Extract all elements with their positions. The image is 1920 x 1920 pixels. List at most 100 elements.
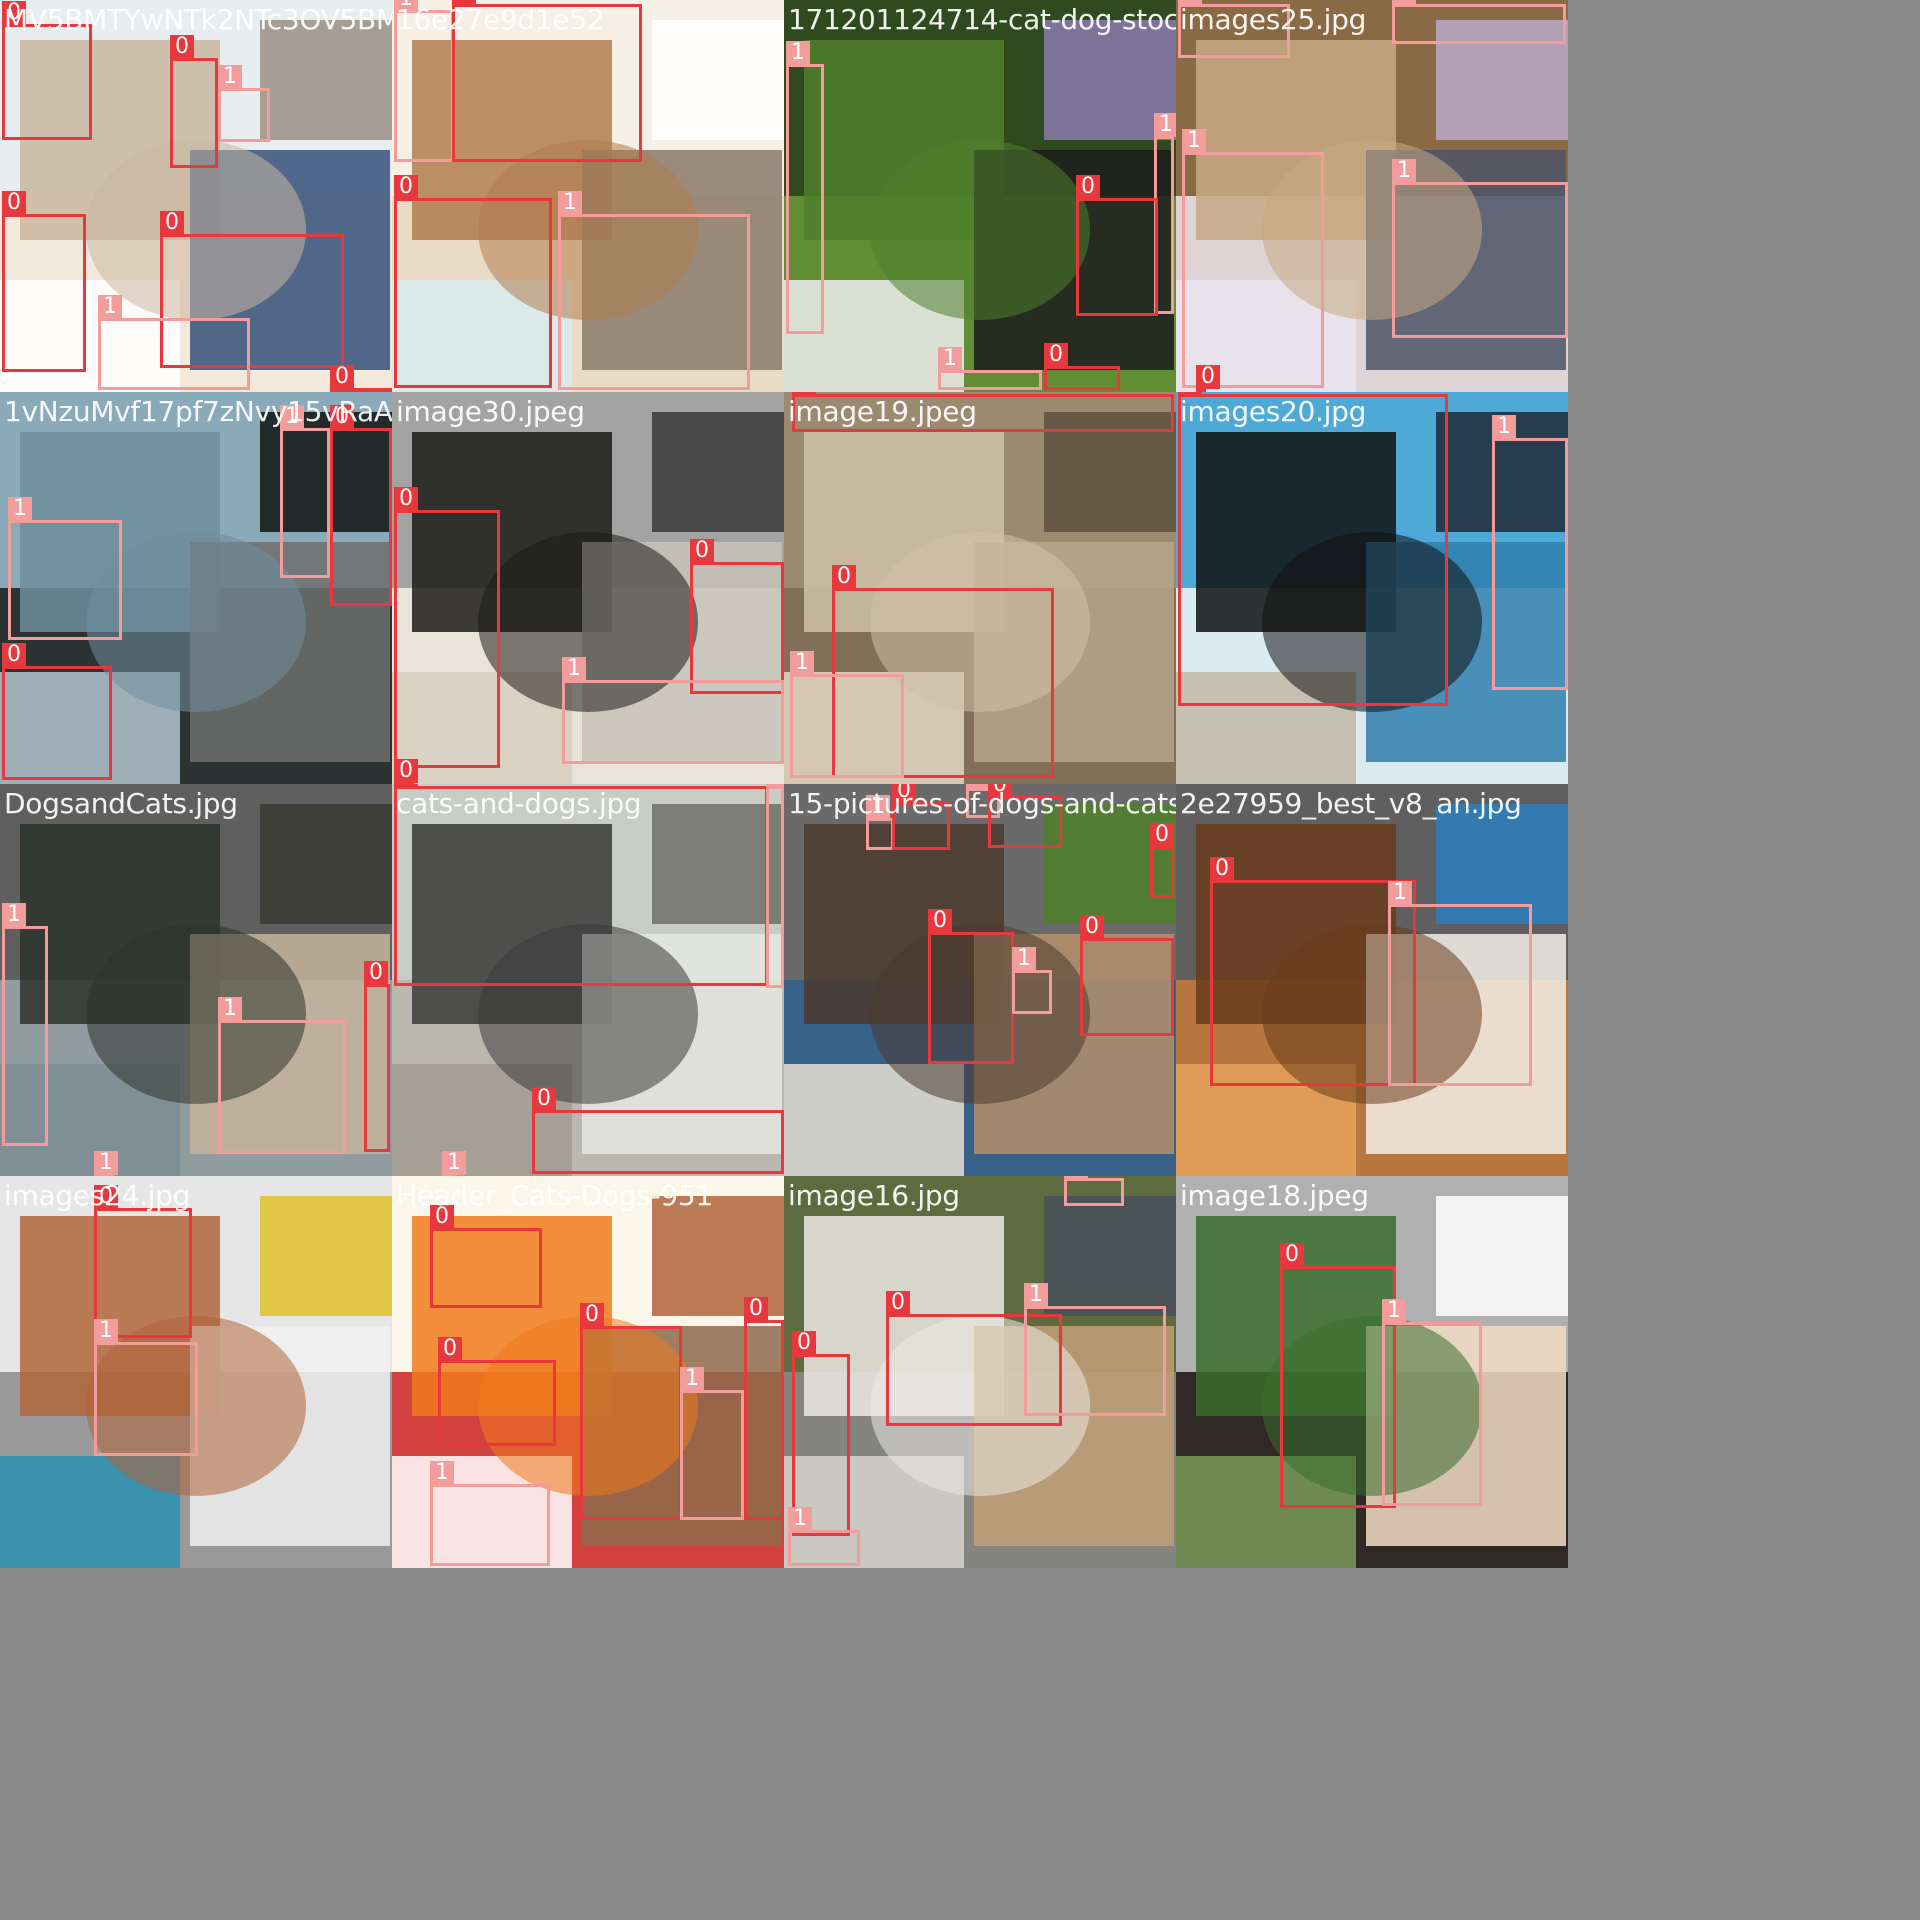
class-label: 0 bbox=[532, 1087, 556, 1111]
class-label: 0 bbox=[1080, 915, 1104, 939]
scene-subject bbox=[870, 140, 1090, 320]
class-label: 1 bbox=[442, 1151, 466, 1175]
filename-label: images24.jpg bbox=[4, 1179, 191, 1212]
detection-box: 1 bbox=[218, 65, 270, 142]
filename-label: 16e27e9d1e52 bbox=[396, 3, 605, 36]
detection-box: 0 bbox=[2, 191, 86, 372]
class-label: 1 bbox=[938, 347, 962, 371]
mosaic-tile: 0 0 1 0 image30.jpeg bbox=[392, 392, 784, 784]
filename-label: 1vNzuMvf17pf7zNvy15vRaA.jpeg bbox=[4, 395, 392, 428]
detection-box: 0 bbox=[170, 35, 218, 168]
mosaic-tile: 0101cats-and-dogs.jpg bbox=[392, 784, 784, 1176]
detection-box: 0 bbox=[1210, 857, 1416, 1086]
class-label: 0 bbox=[364, 961, 388, 985]
detection-box: 0 bbox=[532, 1087, 784, 1174]
class-label: 1 bbox=[1392, 159, 1416, 183]
detection-box: 0 bbox=[1150, 823, 1174, 898]
filename-label: cats-and-dogs.jpg bbox=[396, 787, 642, 820]
class-label: 0 bbox=[1210, 857, 1234, 881]
mosaic-tile: 1 0 1 0 1 image16.jpg bbox=[784, 1176, 1176, 1568]
class-label: 1 bbox=[98, 295, 122, 319]
class-label: 1 bbox=[1154, 113, 1176, 137]
filename-label: Header_Cats-Dogs-951 bbox=[396, 1179, 713, 1212]
class-label: 0 bbox=[1150, 823, 1174, 847]
class-label: 1 bbox=[1492, 415, 1516, 439]
class-label: 1 bbox=[1064, 1176, 1088, 1179]
filename-label: image16.jpg bbox=[788, 1179, 960, 1212]
class-label: 1 bbox=[218, 997, 242, 1021]
mosaic-tile: 0 1 2e27959_best_v8_an.jpg bbox=[1176, 784, 1568, 1176]
detection-box: 0 bbox=[394, 175, 552, 388]
class-label: 1 bbox=[680, 1367, 704, 1391]
detection-box: 1 bbox=[562, 657, 784, 764]
class-label: 1 bbox=[1392, 0, 1416, 5]
mosaic-tile: 001image19.jpeg bbox=[784, 392, 1176, 784]
mosaic-tile: 0 1 images20.jpg bbox=[1176, 392, 1568, 784]
class-label: 1 bbox=[218, 65, 242, 89]
mosaic-tile: 11110images25.jpg bbox=[1176, 0, 1568, 392]
detection-box: 1 bbox=[430, 1461, 550, 1566]
scene-patch bbox=[652, 412, 784, 532]
detection-box: 1 bbox=[280, 405, 330, 578]
detection-box: 1 bbox=[1382, 1299, 1482, 1506]
detection-box: 1 bbox=[790, 651, 904, 778]
detection-box: 0 bbox=[1076, 175, 1158, 316]
class-label: 0 bbox=[1196, 365, 1220, 389]
detection-box: 1 bbox=[218, 997, 346, 1154]
detection-box: 1 bbox=[1388, 881, 1532, 1086]
detection-box: 1 bbox=[1064, 1176, 1124, 1206]
mosaic-tile: 1 1 0 1 0 171201124714-cat-dog-stock bbox=[784, 0, 1176, 392]
class-label: 0 bbox=[928, 909, 952, 933]
class-label: 1 bbox=[94, 1151, 118, 1175]
class-label: 0 bbox=[580, 1303, 604, 1327]
class-label: 1 bbox=[1182, 129, 1206, 153]
detection-box: 1 bbox=[98, 295, 250, 390]
detection-box: 1 bbox=[558, 191, 750, 390]
detection-box: 0 bbox=[1280, 1243, 1396, 1508]
detection-box: 1 bbox=[1492, 415, 1568, 690]
detection-box: 0 bbox=[2, 643, 112, 780]
detection-box: 1 bbox=[2, 903, 48, 1146]
filename-label: image18.jpeg bbox=[1180, 1179, 1369, 1212]
filename-label: images20.jpg bbox=[1180, 395, 1367, 428]
detection-box: 1 bbox=[866, 795, 894, 850]
detection-box: 0 bbox=[744, 1297, 784, 1520]
class-label: 1 bbox=[1024, 1283, 1048, 1307]
class-label: 1 bbox=[1382, 1299, 1406, 1323]
class-label: 1 bbox=[1012, 947, 1036, 971]
detection-box: 1 bbox=[788, 1507, 860, 1566]
class-label: 0 bbox=[394, 175, 418, 199]
class-label: 1 bbox=[562, 657, 586, 681]
class-label: 0 bbox=[792, 1331, 816, 1355]
class-label: 0 bbox=[170, 35, 194, 59]
class-label: 0 bbox=[438, 1337, 462, 1361]
class-label: 1 bbox=[788, 1507, 812, 1531]
filename-label: DogsandCats.jpg bbox=[4, 787, 238, 820]
detection-box: 1 bbox=[94, 1319, 198, 1456]
class-label: 0 bbox=[744, 1297, 768, 1321]
filename-label: images25.jpg bbox=[1180, 3, 1367, 36]
filename-label: image19.jpeg bbox=[788, 395, 977, 428]
detection-box: 0 bbox=[364, 961, 390, 1152]
detection-box: 0 bbox=[330, 405, 392, 606]
detection-box: 0 bbox=[1044, 343, 1120, 390]
filename-label: 15-pictures-of-dogs-and-cats bbox=[788, 787, 1176, 820]
detection-box: 1 bbox=[1182, 129, 1324, 388]
detection-box: 1 bbox=[680, 1367, 744, 1520]
class-label: 1 bbox=[766, 784, 784, 787]
class-label: 0 bbox=[886, 1291, 910, 1315]
class-label: 0 bbox=[1280, 1243, 1304, 1267]
detection-box: 1 bbox=[1392, 159, 1568, 338]
detection-box: 1 bbox=[938, 347, 1042, 390]
class-label: 0 bbox=[2, 191, 26, 215]
detection-box: 0 bbox=[430, 1205, 542, 1308]
class-label: 0 bbox=[1044, 343, 1068, 367]
class-label: 1 bbox=[786, 41, 810, 65]
detection-box: 0 bbox=[1080, 915, 1174, 1036]
class-label: 0 bbox=[330, 365, 354, 389]
detection-box: 0 bbox=[1178, 392, 1448, 706]
mosaic-tile: 100116e27e9d1e52 bbox=[392, 0, 784, 392]
filename-label: MV5BMTYwNTk2NTc3OV5BMl5BanBnXkFtZTcwMDEw bbox=[4, 3, 392, 36]
detection-box: 1 bbox=[766, 784, 784, 988]
class-label: 1 bbox=[2, 903, 26, 927]
